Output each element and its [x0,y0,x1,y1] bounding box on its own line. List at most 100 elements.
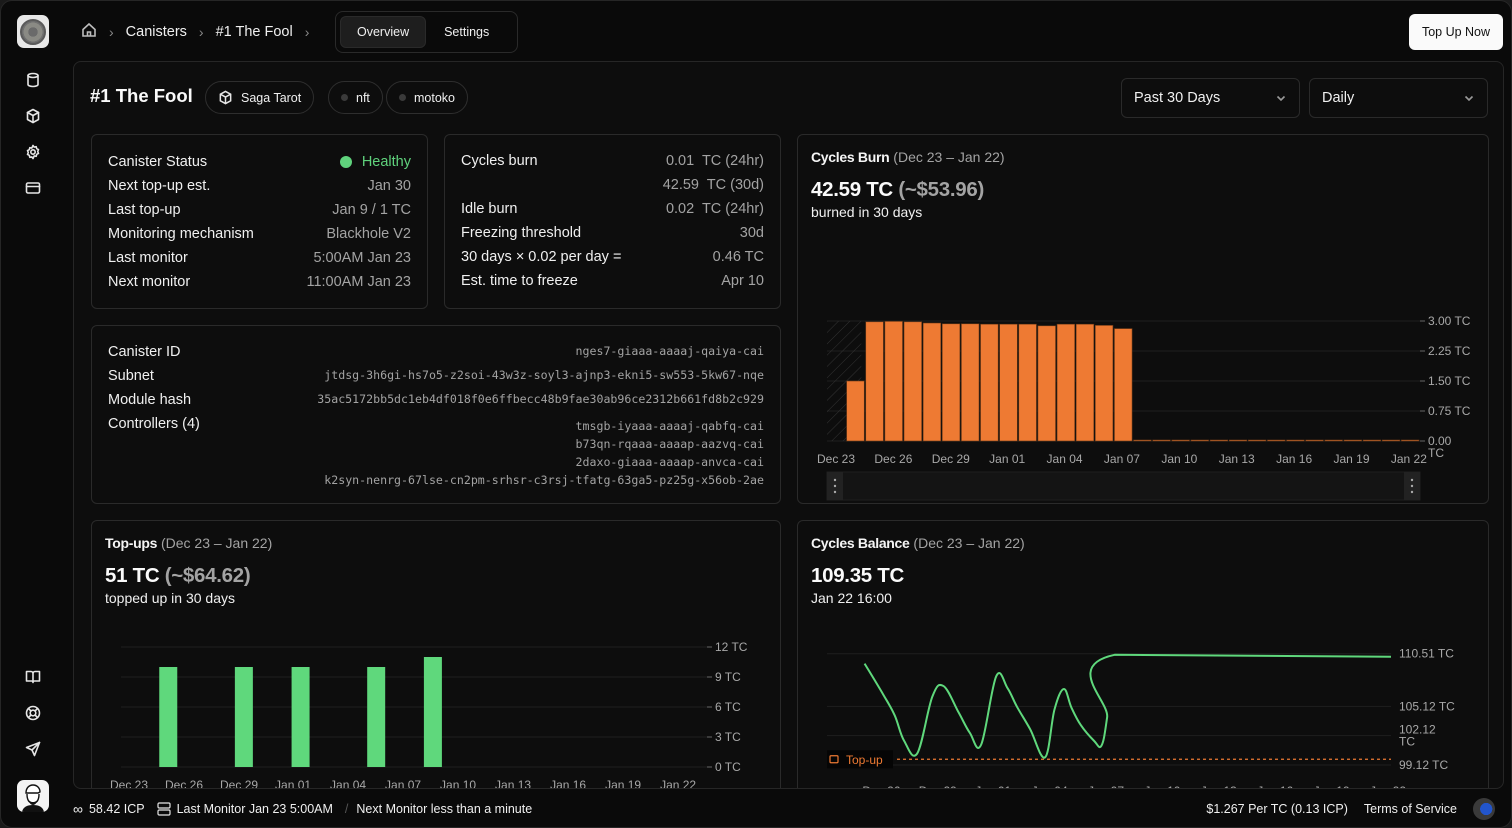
x-tick-label: Jan 10 [1161,452,1197,466]
main-panel: #1 The Fool Saga Tarot nft motoko Past 3… [73,61,1504,789]
bar [961,323,980,442]
database-icon[interactable] [23,70,43,90]
x-tick-label: Dec 29 [932,452,970,466]
top-bar: › Canisters › #1 The Fool › Overview Set… [65,11,1511,53]
network-logo-icon[interactable] [1473,798,1495,820]
x-tick-label: Jan 07 [1104,452,1140,466]
x-tick-label: Jan 04 [1047,452,1083,466]
grip-dot-icon [1410,478,1414,482]
topups-chart[interactable]: 12 TC 9 TC 6 TC 3 TC 0 TC Dec 23 Dec 26 Dec 29 J… [92,521,782,789]
tag-pill[interactable]: motoko [386,81,468,114]
topups-panel: Top-ups (Dec 23 – Jan 22) 51 TC (~$64.62… [91,520,782,789]
cycles-burn-chart[interactable]: 3.00 TC2.25 TC1.50 TC0.75 TC0.00TCDec 23… [798,135,1490,505]
y-tick-label: 12 TC [715,640,748,654]
row-label: Next monitor [108,274,191,290]
x-tick-label: Jan 10 [440,778,476,789]
cycles-balance-chart[interactable]: 110.51 TC105.12 TC102.12TC99.12 TCTop-up… [798,521,1490,789]
row-label: Canister ID [108,344,181,360]
bar [1171,439,1190,442]
cube-icon[interactable] [23,106,43,126]
controller-id[interactable]: tmsgb-iyaaa-aaaaj-qabfq-cai [324,417,764,435]
top-up-now-button[interactable]: Top Up Now [1409,14,1503,50]
range-select[interactable]: Past 30 Days [1121,78,1300,118]
next-monitor-row: Next monitor 11:00AM Jan 23 [108,274,411,290]
breadcrumb-current-canister[interactable]: #1 The Fool [216,24,293,40]
user-avatar[interactable] [17,780,49,812]
controllers-row: Controllers (4) tmsgb-iyaaa-aaaaj-qabfq-… [108,416,764,489]
row-label: Next top-up est. [108,178,211,194]
tag-dot-icon [399,94,406,101]
cycles-price: $1.267 Per TC (0.13 ICP) [1206,802,1348,816]
module-hash-value[interactable]: 35ac5172bb5dc1eb4df018f0e6ffbecc48b9fae3… [317,392,764,408]
x-tick-label: Jan 19 [605,778,641,789]
gear-icon[interactable] [23,142,43,162]
home-icon[interactable] [81,22,97,42]
x-tick-label: Jan 16 [1257,784,1293,789]
controllers-list: tmsgb-iyaaa-aaaaj-qabfq-cai b73qn-rqaaa-… [324,417,764,489]
bar [1324,439,1343,442]
bar [1037,325,1056,442]
y-tick-label: 0.75 TC [1428,404,1471,418]
row-value: 11:00AM Jan 23 [306,274,411,290]
bar [1133,439,1152,442]
bar [1305,439,1324,442]
breadcrumb-canisters[interactable]: Canisters [126,24,187,40]
controller-id[interactable]: b73qn-rqaaa-aaaap-aazvq-cai [324,435,764,453]
tab-overview[interactable]: Overview [340,16,427,48]
app-window: › Canisters › #1 The Fool › Overview Set… [0,0,1512,828]
app-logo[interactable] [17,15,49,48]
x-tick-label: Jan 10 [1144,784,1180,789]
lifebuoy-icon[interactable] [23,703,43,723]
credit-card-icon[interactable] [23,178,43,198]
granularity-select[interactable]: Daily [1309,78,1488,118]
send-icon[interactable] [23,739,43,759]
bar [367,667,386,767]
bar [1267,439,1286,442]
x-tick-label: Jan 07 [385,778,421,789]
topup-threshold-label: Top-up [846,753,883,767]
y-tick-label: 3.00 TC [1428,314,1471,328]
row-value: Blackhole V2 [326,226,411,242]
icp-balance[interactable]: ∞ 58.42 ICP [73,801,145,817]
tag-label: motoko [414,90,455,105]
bar [884,321,903,442]
tag-label: nft [356,90,370,105]
module-hash-row: Module hash 35ac5172bb5dc1eb4df018f0e6ff… [108,392,764,408]
grip-dot-icon [833,478,837,482]
server-icon [156,802,171,816]
range-brush[interactable] [826,471,1421,501]
bar [865,321,884,442]
chevron-right-icon: › [198,24,204,40]
terms-of-service-link[interactable]: Terms of Service [1364,802,1457,816]
row-label: Last top-up [108,202,181,218]
row-label: Freezing threshold [461,225,582,241]
book-icon[interactable] [23,667,43,687]
tab-settings[interactable]: Settings [428,16,505,48]
tag-dot-icon [341,94,348,101]
bar [922,322,942,442]
controller-id[interactable]: k2syn-nenrg-67lse-cn2pm-srhsr-c3rsj-tfat… [324,471,764,489]
last-monitor-row: Last monitor 5:00AM Jan 23 [108,250,411,266]
controller-id[interactable]: 2daxo-giaaa-aaaap-anvca-cai [324,453,764,471]
x-tick-label: Jan 04 [1032,784,1068,789]
bar [1056,323,1075,442]
x-tick-label: Dec 23 [817,452,855,466]
project-pill[interactable]: Saga Tarot [205,81,315,114]
canister-id-value[interactable]: nges7-giaaa-aaaaj-qaiya-cai [576,344,764,360]
row-value: Jan 30 [367,178,411,194]
x-tick-label: Jan 01 [975,784,1011,789]
row-value: 5:00AM Jan 23 [313,250,411,266]
y-tick-label: 1.50 TC [1428,374,1471,388]
x-tick-label: Dec 26 [862,784,900,789]
status-label: Canister Status [108,154,208,170]
y-tick-label: 110.51 TC [1399,647,1454,661]
icp-balance-value: 58.42 ICP [88,802,145,816]
row-value: Jan 9 / 1 TC [332,202,411,218]
status-badge: Healthy [339,154,411,170]
burn-row: 30 days × 0.02 per day = 0.46 TC [461,249,764,265]
subnet-value[interactable]: jtdsg-3h6gi-hs7o5-z2soi-43w3z-soyl3-ajnp… [324,368,764,384]
cycles-balance-panel: Cycles Balance (Dec 23 – Jan 22) 109.35 … [797,520,1490,789]
row-label: Idle burn [461,201,518,217]
tag-pill[interactable]: nft [328,81,383,114]
bar [1248,439,1267,442]
